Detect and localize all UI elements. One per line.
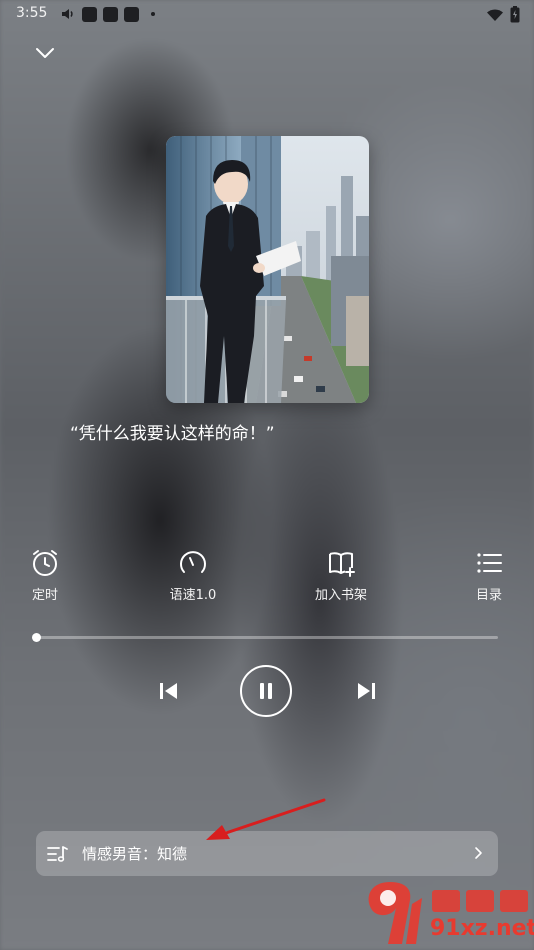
progress-thumb[interactable]: [32, 633, 41, 642]
voice-list-icon: [47, 845, 68, 862]
pause-icon: [260, 683, 272, 699]
notification-icon: [124, 6, 139, 22]
list-icon: [477, 553, 502, 573]
watermark: 91xz.net: [360, 878, 534, 950]
speedometer-icon: [180, 551, 206, 573]
wifi-icon: [487, 9, 503, 21]
chevron-right-icon: [475, 847, 482, 859]
book-cover: [166, 136, 369, 403]
add-bookshelf-icon: [329, 552, 355, 577]
add-bookshelf-label: 加入书架: [314, 588, 367, 603]
annotation-arrow: [206, 798, 326, 840]
more-notifications-icon: [151, 12, 155, 16]
notification-icon: [82, 6, 97, 22]
progress-slider[interactable]: [32, 633, 498, 642]
cover-illustration: [166, 136, 369, 403]
voice-label: 情感男音：知德: [82, 845, 188, 863]
speed-label: 语速1.0: [169, 588, 217, 603]
watermark-cn-glyphs: [432, 890, 528, 912]
skip-next-icon[interactable]: [353, 678, 379, 704]
quote-text: “凭什么我要认这样的命！”: [70, 424, 275, 444]
notification-icon: [103, 6, 118, 22]
pause-button[interactable]: [240, 665, 292, 717]
alarm-clock-icon: [33, 550, 57, 576]
battery-icon: [510, 6, 520, 23]
speed-button[interactable]: 语速1.0: [148, 548, 238, 603]
timer-button[interactable]: 定时: [0, 548, 90, 603]
status-icons-right: [486, 6, 520, 23]
watermark-text: 91xz.net: [430, 916, 534, 941]
catalog-button[interactable]: 目录: [444, 548, 534, 603]
skip-previous-icon[interactable]: [156, 678, 182, 704]
status-bar: 3:55: [0, 0, 534, 28]
status-time: 3:55: [16, 5, 48, 21]
volume-icon: [62, 9, 73, 19]
add-bookshelf-button[interactable]: 加入书架: [296, 548, 386, 603]
status-icons-left: [60, 6, 155, 22]
chevron-down-icon[interactable]: [34, 42, 56, 64]
watermark-logo: [368, 882, 422, 944]
catalog-label: 目录: [475, 588, 502, 603]
timer-label: 定时: [31, 588, 58, 603]
